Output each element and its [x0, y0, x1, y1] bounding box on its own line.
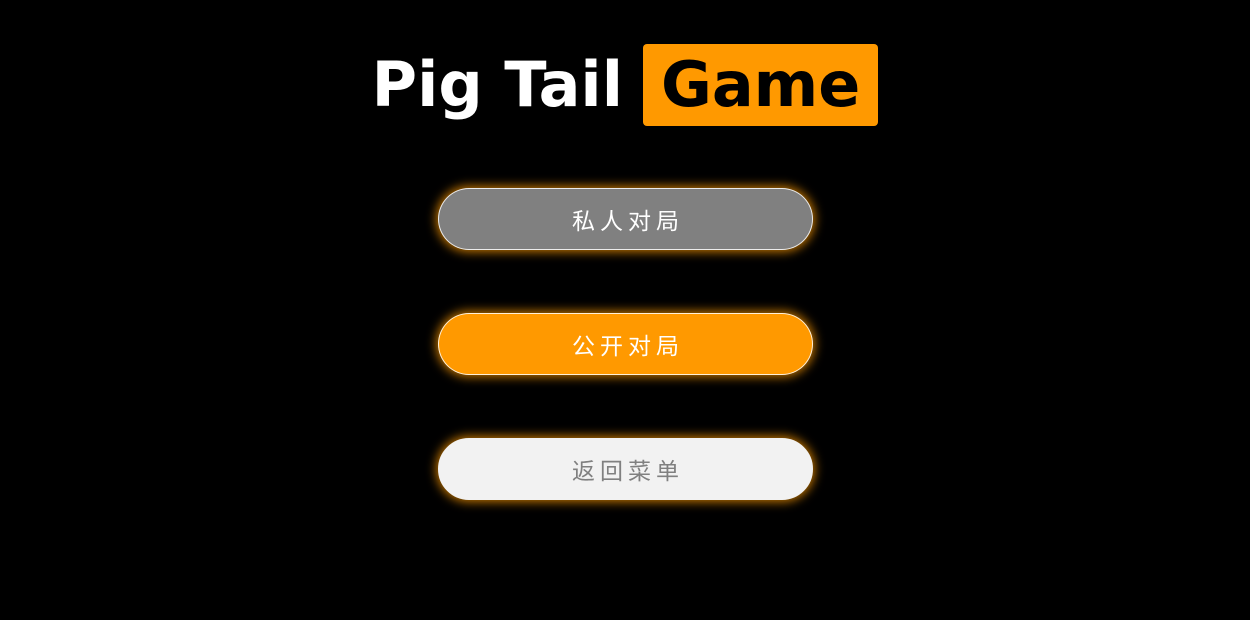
public-match-button[interactable]: 公开对局	[438, 313, 813, 375]
game-title: Pig Tail Game	[0, 44, 1250, 126]
title-text: Pig Tail	[371, 48, 623, 121]
title-badge: Game	[642, 44, 879, 126]
back-to-menu-button[interactable]: 返回菜单	[438, 438, 813, 500]
private-match-button[interactable]: 私人对局	[438, 188, 813, 250]
